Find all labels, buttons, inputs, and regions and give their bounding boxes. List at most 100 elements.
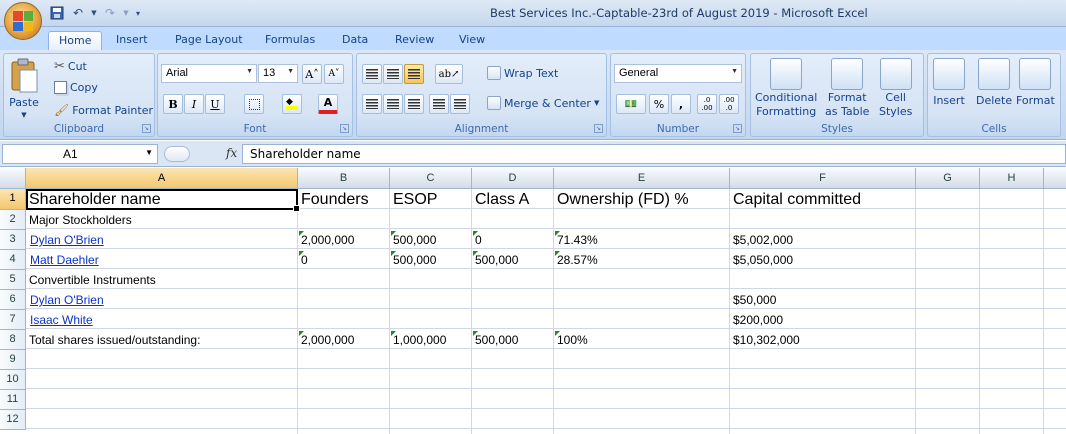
increase-decimal-button[interactable]: .0 .00 — [697, 94, 717, 114]
cell-e4[interactable]: 28.57% — [554, 250, 598, 270]
cell-styles-button[interactable]: Cell Styles — [879, 58, 912, 118]
cell-c4[interactable]: 500,000 — [390, 250, 436, 270]
decrease-indent-button[interactable] — [429, 94, 449, 114]
align-center-button[interactable] — [383, 94, 403, 114]
number-format-combo[interactable]: General ▼ — [614, 64, 742, 83]
cell-c8[interactable]: 1,000,000 — [390, 330, 446, 350]
font-launcher-icon[interactable]: ↘ — [340, 124, 349, 133]
name-box[interactable]: A1 ▼ — [2, 144, 158, 164]
formula-input[interactable]: Shareholder name — [242, 144, 1066, 164]
cell-e1[interactable]: Ownership (FD) % — [554, 189, 689, 209]
cell-e3[interactable]: 71.43% — [554, 230, 598, 250]
column-header-a[interactable]: A — [26, 168, 298, 189]
shrink-font-button[interactable]: A˅ — [324, 64, 344, 84]
tab-review[interactable]: Review — [385, 31, 444, 50]
cell-b4[interactable]: 0 — [298, 250, 308, 270]
format-cells-button[interactable]: Format — [1016, 58, 1055, 107]
font-size-combo[interactable]: 13 ▼ — [258, 64, 298, 83]
cut-button[interactable]: ✂ Cut — [54, 59, 87, 74]
column-header-g[interactable]: G — [916, 168, 980, 189]
copy-button[interactable]: Copy — [54, 81, 98, 94]
format-as-table-button[interactable]: Format as Table — [825, 58, 869, 118]
tab-formulas[interactable]: Formulas — [255, 31, 325, 50]
merge-center-button[interactable]: Merge & Center ▼ — [487, 96, 599, 110]
cell-f4[interactable]: $5,050,000 — [730, 250, 793, 270]
align-left-button[interactable] — [362, 94, 382, 114]
row-header-11[interactable]: 11 — [0, 390, 26, 410]
cell-b3[interactable]: 2,000,000 — [298, 230, 354, 250]
cell-c3[interactable]: 500,000 — [390, 230, 436, 250]
paste-button[interactable]: Paste ▼ — [9, 58, 39, 119]
tab-view[interactable]: View — [449, 31, 495, 50]
cell-a1[interactable]: Shareholder name — [26, 189, 161, 209]
tab-insert[interactable]: Insert — [106, 31, 158, 50]
column-header-e[interactable]: E — [554, 168, 730, 189]
cell-d8[interactable]: 500,000 — [472, 330, 518, 350]
column-header-partial[interactable] — [1044, 168, 1066, 189]
cell-a7-link[interactable]: Isaac White — [26, 310, 93, 330]
align-right-button[interactable] — [404, 94, 424, 114]
select-all-corner[interactable] — [0, 168, 26, 189]
row-header-2[interactable]: 2 — [0, 210, 26, 230]
font-color-button[interactable]: A — [318, 94, 338, 114]
align-middle-button[interactable] — [383, 64, 403, 84]
format-painter-button[interactable]: 🖌 Format Painter — [54, 103, 153, 117]
row-header-7[interactable]: 7 — [0, 310, 26, 330]
cell-f1[interactable]: Capital committed — [730, 189, 861, 209]
orientation-button[interactable]: ab↗ — [435, 64, 463, 84]
row-header-6[interactable]: 6 — [0, 290, 26, 310]
delete-cells-button[interactable]: Delete — [976, 58, 1012, 107]
row-header-12[interactable]: 12 — [0, 410, 26, 430]
column-header-d[interactable]: D — [472, 168, 554, 189]
align-top-button[interactable] — [362, 64, 382, 84]
row-header-4[interactable]: 4 — [0, 250, 26, 270]
font-name-combo[interactable]: Arial ▼ — [161, 64, 257, 83]
formula-bar-expand-icon[interactable] — [164, 146, 190, 162]
decrease-decimal-button[interactable]: .00 .0 — [719, 94, 739, 114]
row-header-1[interactable]: 1 — [0, 189, 26, 210]
column-header-c[interactable]: C — [390, 168, 472, 189]
cell-f7[interactable]: $200,000 — [730, 310, 783, 330]
cell-d4[interactable]: 500,000 — [472, 250, 518, 270]
row-header-3[interactable]: 3 — [0, 230, 26, 250]
column-header-h[interactable]: H — [980, 168, 1044, 189]
cell-a3-link[interactable]: Dylan O'Brien — [26, 230, 104, 250]
cell-d1[interactable]: Class A — [472, 189, 529, 209]
fill-color-button[interactable]: ◆ — [282, 94, 302, 114]
cell-c1[interactable]: ESOP — [390, 189, 437, 209]
tab-page-layout[interactable]: Page Layout — [165, 31, 253, 50]
bold-button[interactable]: B — [163, 94, 183, 114]
row-header-5[interactable]: 5 — [0, 270, 26, 290]
cell-area[interactable] — [26, 189, 1066, 434]
clipboard-launcher-icon[interactable]: ↘ — [142, 124, 151, 133]
row-header-8[interactable]: 8 — [0, 330, 26, 350]
cell-b8[interactable]: 2,000,000 — [298, 330, 354, 350]
cell-a4-link[interactable]: Matt Daehler — [26, 250, 99, 270]
cell-f8[interactable]: $10,302,000 — [730, 330, 800, 350]
cell-a8[interactable]: Total shares issued/outstanding: — [26, 330, 200, 350]
wrap-text-button[interactable]: Wrap Text — [487, 66, 558, 80]
cell-f6[interactable]: $50,000 — [730, 290, 776, 310]
number-launcher-icon[interactable]: ↘ — [733, 124, 742, 133]
alignment-launcher-icon[interactable]: ↘ — [594, 124, 603, 133]
cell-a6-link[interactable]: Dylan O'Brien — [26, 290, 104, 310]
cell-f3[interactable]: $5,002,000 — [730, 230, 793, 250]
insert-cells-button[interactable]: Insert — [933, 58, 965, 107]
cell-a5[interactable]: Convertible Instruments — [26, 270, 156, 290]
row-header-10[interactable]: 10 — [0, 370, 26, 390]
grow-font-button[interactable]: A˄ — [302, 64, 322, 84]
italic-button[interactable]: I — [184, 94, 204, 114]
row-header-9[interactable]: 9 — [0, 350, 26, 370]
cell-b1[interactable]: Founders — [298, 189, 369, 209]
cell-a2[interactable]: Major Stockholders — [26, 210, 132, 230]
tab-data[interactable]: Data — [332, 31, 378, 50]
column-header-f[interactable]: F — [730, 168, 916, 189]
conditional-formatting-button[interactable]: Conditional Formatting — [755, 58, 817, 118]
cell-d3[interactable]: 0 — [472, 230, 482, 250]
cell-e8[interactable]: 100% — [554, 330, 588, 350]
accounting-format-button[interactable]: 💵 — [616, 94, 646, 114]
increase-indent-button[interactable] — [450, 94, 470, 114]
column-header-b[interactable]: B — [298, 168, 390, 189]
tab-home[interactable]: Home — [48, 31, 103, 50]
comma-button[interactable]: , — [671, 94, 691, 114]
